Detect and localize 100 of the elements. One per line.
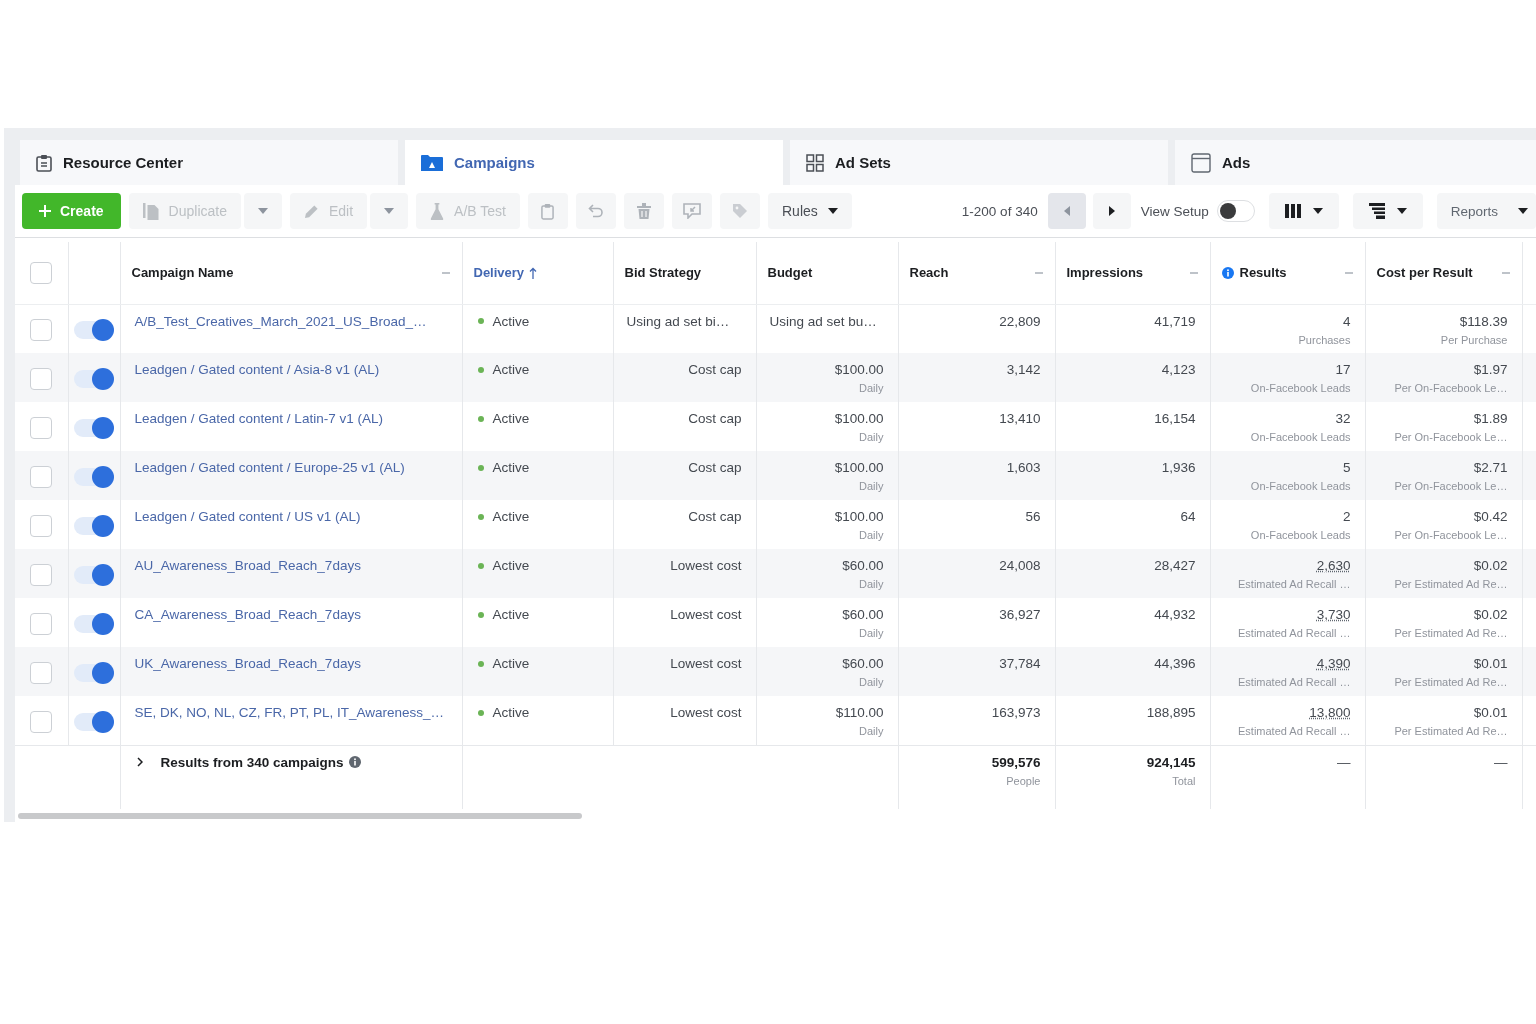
impressions-value: 1,936	[1161, 460, 1196, 475]
breakdown-button[interactable]	[1352, 193, 1423, 229]
dash-icon[interactable]	[441, 271, 450, 274]
impressions-value: 4,123	[1161, 362, 1196, 377]
tab[interactable]: Ads	[1175, 140, 1536, 185]
budget-amount: $60.00	[841, 557, 884, 574]
reach-unit: People	[1005, 773, 1041, 788]
result-type: Estimated Ad Recall …	[1237, 626, 1351, 640]
budget-period: Daily	[858, 479, 884, 493]
column-header[interactable]: Impressions	[1066, 265, 1144, 281]
cost-per-result: $0.02	[1472, 557, 1508, 574]
row-checkbox[interactable]	[30, 662, 53, 684]
column-header[interactable]: Results	[1239, 265, 1287, 281]
column-header[interactable]: Delivery	[473, 265, 525, 281]
tab[interactable]: Campaigns	[405, 140, 783, 185]
window-icon	[1191, 152, 1211, 173]
delivery-status: Active	[492, 508, 530, 525]
dash-icon[interactable]	[1189, 271, 1198, 274]
info-icon[interactable]	[1221, 266, 1234, 279]
reach-value: 56	[1025, 509, 1041, 524]
budget-amount: $100.00	[833, 459, 884, 476]
tag-icon	[732, 203, 748, 219]
caret-right-icon	[1108, 206, 1115, 216]
status-dot-icon	[477, 318, 484, 324]
result-count: 2	[1343, 509, 1351, 524]
column-header[interactable]: Bid Strategy	[624, 265, 702, 281]
campaign-toggle[interactable]	[74, 710, 114, 733]
cost-per-result: $0.02	[1472, 606, 1508, 623]
budget-amount: $60.00	[841, 655, 884, 672]
campaign-name-link[interactable]: Leadgen / Gated content / Latin-7 v1 (AL)	[134, 411, 383, 426]
result-count: 17	[1335, 362, 1351, 377]
delivery-status: Active	[492, 410, 530, 427]
result-type: Estimated Ad Recall …	[1237, 675, 1351, 689]
cost-per-result: $1.97	[1472, 361, 1508, 378]
row-checkbox[interactable]	[30, 319, 53, 342]
campaign-toggle[interactable]	[74, 417, 114, 439]
campaign-name-link[interactable]: A/B_Test_Creatives_March_2021_US_Broad_…	[134, 313, 427, 329]
columns-button[interactable]	[1268, 193, 1339, 229]
campaign-toggle[interactable]	[74, 662, 114, 684]
campaign-toggle[interactable]	[74, 613, 114, 635]
caret-down-icon	[384, 208, 395, 214]
caret-left-icon	[1063, 206, 1070, 216]
reports-button[interactable]: Reports	[1436, 193, 1536, 229]
status-dot-icon	[477, 366, 484, 373]
info-icon[interactable]	[348, 756, 361, 768]
cost-per-result: $2.71	[1472, 459, 1508, 476]
view-setup-toggle[interactable]	[1216, 200, 1255, 222]
columns-icon	[1284, 204, 1301, 218]
reach-total: 599,576	[990, 753, 1041, 771]
row-checkbox[interactable]	[30, 710, 53, 733]
caret-down-icon	[1312, 208, 1323, 214]
impressions-value: 64	[1180, 509, 1196, 524]
campaign-toggle[interactable]	[74, 564, 114, 586]
campaign-toggle[interactable]	[74, 368, 114, 390]
campaign-toggle[interactable]	[74, 515, 114, 537]
summary-label: Results from 340 campaigns	[160, 753, 344, 771]
cost-type: Per On-Facebook Le…	[1393, 479, 1508, 493]
dash-icon[interactable]	[1501, 271, 1510, 274]
column-header[interactable]: Reach	[909, 265, 949, 281]
column-header[interactable]: Cost per Result	[1376, 265, 1473, 281]
status-dot-icon	[477, 611, 484, 618]
dash-icon[interactable]	[1034, 271, 1043, 274]
campaign-toggle[interactable]	[74, 319, 114, 342]
result-count: 4	[1343, 313, 1351, 329]
row-checkbox[interactable]	[30, 564, 53, 586]
column-header[interactable]: Campaign Name	[131, 265, 234, 281]
reach-value: 37,784	[999, 656, 1041, 671]
reach-value: 24,008	[999, 558, 1041, 573]
result-count: 32	[1335, 411, 1351, 426]
row-checkbox[interactable]	[30, 417, 53, 439]
impressions-total: 924,145	[1145, 753, 1196, 771]
rules-button[interactable]: Rules	[768, 193, 852, 229]
dash-icon[interactable]	[1344, 271, 1353, 274]
row-checkbox[interactable]	[30, 368, 53, 390]
campaign-name-link[interactable]: Leadgen / Gated content / US v1 (AL)	[134, 509, 361, 524]
column-header[interactable]: Budget	[767, 265, 813, 281]
row-checkbox[interactable]	[30, 515, 53, 537]
budget-period: Daily	[858, 675, 884, 689]
budget-amount: $100.00	[833, 361, 884, 378]
flask-icon	[430, 202, 445, 220]
grid-icon	[806, 153, 824, 172]
budget-period: Daily	[858, 430, 884, 444]
tab[interactable]: Resource Center	[20, 140, 398, 185]
row-checkbox[interactable]	[30, 466, 53, 488]
bid-strategy: Lowest cost	[670, 607, 742, 622]
chevron-right-icon[interactable]	[136, 757, 143, 767]
select-all-checkbox[interactable]	[30, 261, 53, 284]
comment-icon	[683, 203, 701, 219]
campaign-toggle[interactable]	[74, 466, 114, 488]
budget-amount: $110.00	[834, 704, 884, 721]
budget-amount: Using ad set bu…	[769, 312, 878, 330]
tab[interactable]: Ad Sets	[790, 140, 1168, 185]
row-checkbox[interactable]	[30, 613, 53, 635]
next-page-button[interactable]	[1092, 193, 1131, 229]
bid-strategy: Cost cap	[688, 509, 742, 524]
trash-icon	[637, 203, 651, 219]
scrollbar-thumb[interactable]	[18, 813, 582, 819]
campaign-name-link[interactable]: CA_Awareness_Broad_Reach_7days	[134, 607, 361, 622]
result-type: On-Facebook Leads	[1249, 479, 1351, 493]
campaign-name-link[interactable]: SE, DK, NO, NL, CZ, FR, PT, PL, IT_Awareness_…	[134, 705, 445, 720]
